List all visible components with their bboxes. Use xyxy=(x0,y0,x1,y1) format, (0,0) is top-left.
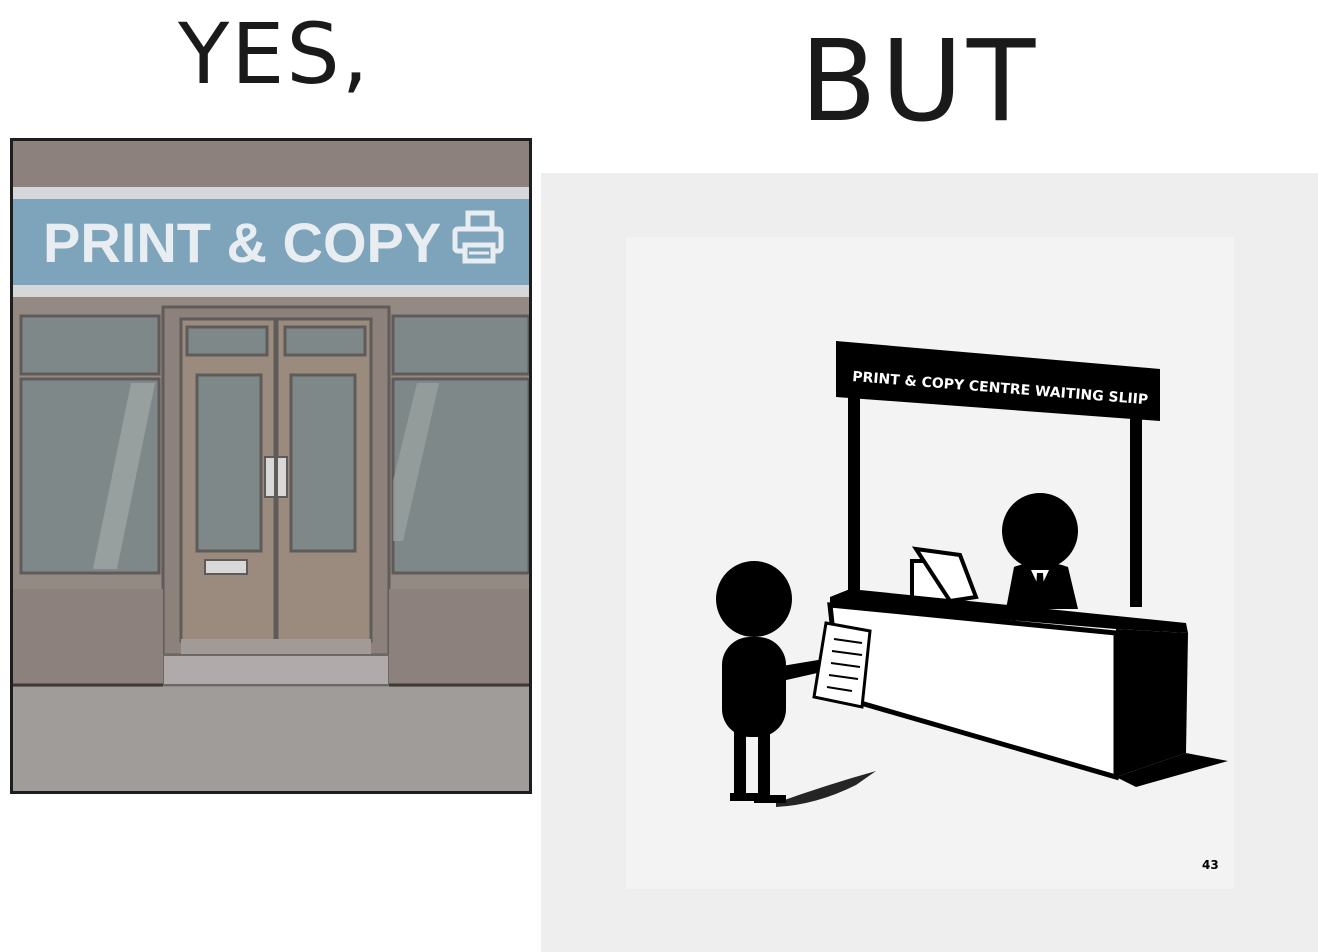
storefront-illustration: PRINT & COPY xyxy=(13,141,529,791)
counter-scene-background: PRINT & COPY CENTRE WAITING SLIIP 43 xyxy=(626,237,1234,889)
upper-wall xyxy=(13,141,529,189)
banner-post-right xyxy=(1130,387,1142,607)
page-number: 43 xyxy=(1202,858,1219,872)
banner-post-left xyxy=(848,367,860,603)
shop-sign-text: PRINT & COPY xyxy=(43,211,441,274)
sign-top-trim xyxy=(13,187,529,199)
service-counter xyxy=(827,589,1228,787)
door-handles[interactable] xyxy=(264,456,288,498)
letter-slot xyxy=(204,559,248,575)
counter-scene-illustration: PRINT & COPY CENTRE WAITING SLIIP 43 xyxy=(716,341,1228,872)
lower-wall-left xyxy=(13,589,163,685)
but-heading: BUT xyxy=(800,17,1040,147)
left-window xyxy=(19,314,161,575)
sign-bottom-trim xyxy=(13,285,529,297)
front-step xyxy=(162,654,390,686)
right-window xyxy=(391,314,529,575)
waiting-slip xyxy=(812,621,872,709)
clerk-figure xyxy=(1002,493,1078,609)
lower-wall-right xyxy=(389,589,529,685)
counter-panel: PRINT & COPY CENTRE WAITING SLIIP 43 xyxy=(541,173,1318,952)
storefront-panel: PRINT & COPY xyxy=(10,138,532,794)
pavement xyxy=(13,687,529,791)
yes-heading: YES, xyxy=(178,5,371,103)
